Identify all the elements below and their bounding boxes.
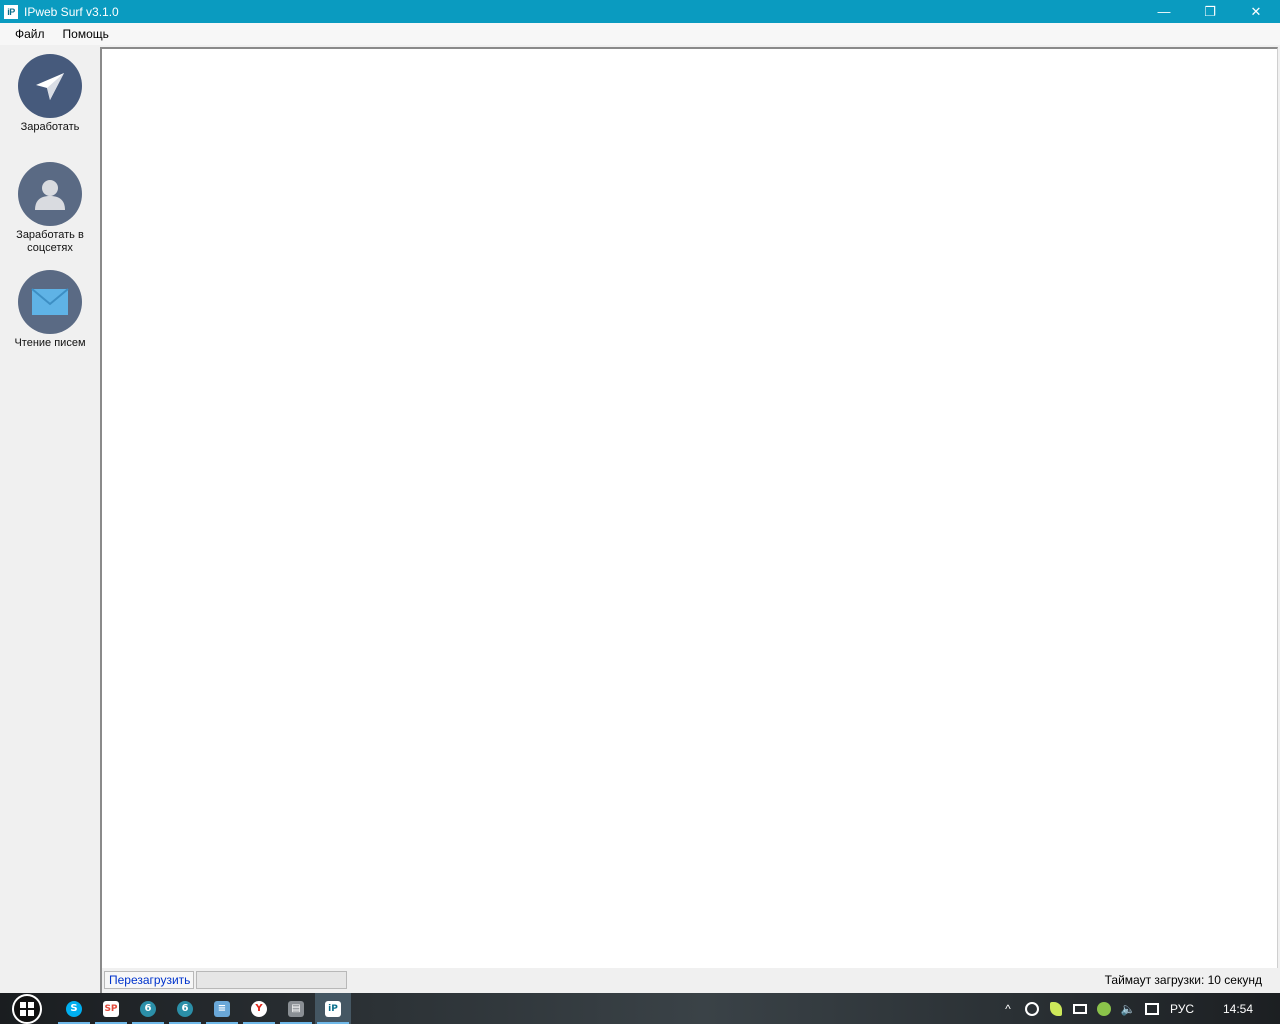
notepad-icon: ≡ xyxy=(214,1000,230,1017)
archive-icon: ▤ xyxy=(288,1000,304,1017)
menu-file[interactable]: Файл xyxy=(6,23,54,45)
sidebar-item-label: Чтение писем xyxy=(14,337,86,349)
ipweb-icon: iP xyxy=(325,1000,341,1017)
tray-app-leaf[interactable] xyxy=(1046,993,1066,1024)
tray-volume[interactable]: 🔈 xyxy=(1118,993,1138,1024)
sidebar: Заработать Заработать в соцсетях Чтение … xyxy=(0,45,100,993)
start-button[interactable] xyxy=(8,993,46,1024)
taskbar-notepad[interactable]: ≡ xyxy=(204,993,240,1024)
paper-plane-icon xyxy=(18,54,82,118)
browser-pane[interactable] xyxy=(100,47,1278,968)
window-title: IPweb Surf v3.1.0 xyxy=(24,4,119,19)
menu-bar: Файл Помощь xyxy=(0,23,1280,45)
load-progress-bar xyxy=(196,971,347,989)
taskbar: S SP 6 6 ≡ Y ▤ iP ^ 🔈 РУС 14:54 xyxy=(0,993,1280,1024)
taskbar-sp-app[interactable]: SP xyxy=(93,993,129,1024)
language-indicator: РУС xyxy=(1169,1001,1195,1016)
load-timeout-text: Таймаут загрузки: 10 секунд xyxy=(1104,973,1262,987)
tray-app-g[interactable] xyxy=(1022,993,1042,1024)
sidebar-item-label: Заработать xyxy=(20,121,80,133)
taskbar-app-6-a[interactable]: 6 xyxy=(130,993,166,1024)
sidebar-item-social[interactable]: Заработать в соцсетях xyxy=(0,162,100,255)
close-icon: ✕ xyxy=(1250,3,1262,19)
title-bar[interactable]: iP IPweb Surf v3.1.0 — ❐ ✕ xyxy=(0,0,1280,23)
tray-overflow-button[interactable]: ^ xyxy=(998,993,1018,1024)
sidebar-item-label: Заработать в соцсетях xyxy=(16,229,84,254)
tray-language[interactable]: РУС xyxy=(1166,993,1198,1024)
restore-icon: ❐ xyxy=(1204,3,1216,19)
app-6-icon: 6 xyxy=(177,1000,193,1017)
reload-link[interactable]: Перезагрузить xyxy=(104,971,194,989)
taskbar-archive[interactable]: ▤ xyxy=(278,993,314,1024)
close-button[interactable]: ✕ xyxy=(1233,0,1279,23)
tray-network[interactable] xyxy=(1070,993,1090,1024)
sidebar-item-mail[interactable]: Чтение писем xyxy=(0,270,100,350)
yandex-browser-icon: Y xyxy=(251,1000,267,1017)
green-circle-icon xyxy=(1097,1001,1111,1016)
tray-notifications[interactable] xyxy=(1142,993,1162,1024)
sp-app-icon: SP xyxy=(103,1000,119,1017)
minimize-icon: — xyxy=(1157,4,1171,19)
taskbar-app-6-b[interactable]: 6 xyxy=(167,993,203,1024)
taskbar-ipweb[interactable]: iP xyxy=(315,993,351,1024)
taskbar-skype[interactable]: S xyxy=(56,993,92,1024)
chevron-up-icon: ^ xyxy=(1005,1001,1011,1016)
sidebar-item-earn[interactable]: Заработать xyxy=(0,54,100,134)
windows-logo-icon xyxy=(12,993,42,1024)
g-circle-icon xyxy=(1025,1001,1039,1016)
menu-help[interactable]: Помощь xyxy=(54,23,118,45)
notification-icon xyxy=(1145,1002,1159,1015)
app-icon: iP xyxy=(4,4,18,19)
envelope-icon xyxy=(18,270,82,334)
leaf-icon xyxy=(1050,1001,1062,1016)
user-icon xyxy=(18,162,82,226)
skype-icon: S xyxy=(66,1000,82,1017)
network-icon xyxy=(1073,1003,1087,1014)
minimize-button[interactable]: — xyxy=(1141,0,1187,23)
speaker-icon: 🔈 xyxy=(1120,1001,1136,1016)
tray-app-green[interactable] xyxy=(1094,993,1114,1024)
tray-clock[interactable]: 14:54 xyxy=(1218,993,1258,1024)
clock-time: 14:54 xyxy=(1222,1001,1254,1016)
taskbar-yandex-browser[interactable]: Y xyxy=(241,993,277,1024)
status-bar: Перезагрузить Таймаут загрузки: 10 секун… xyxy=(100,968,1280,993)
maximize-button[interactable]: ❐ xyxy=(1187,0,1233,23)
app-6-icon: 6 xyxy=(140,1000,156,1017)
